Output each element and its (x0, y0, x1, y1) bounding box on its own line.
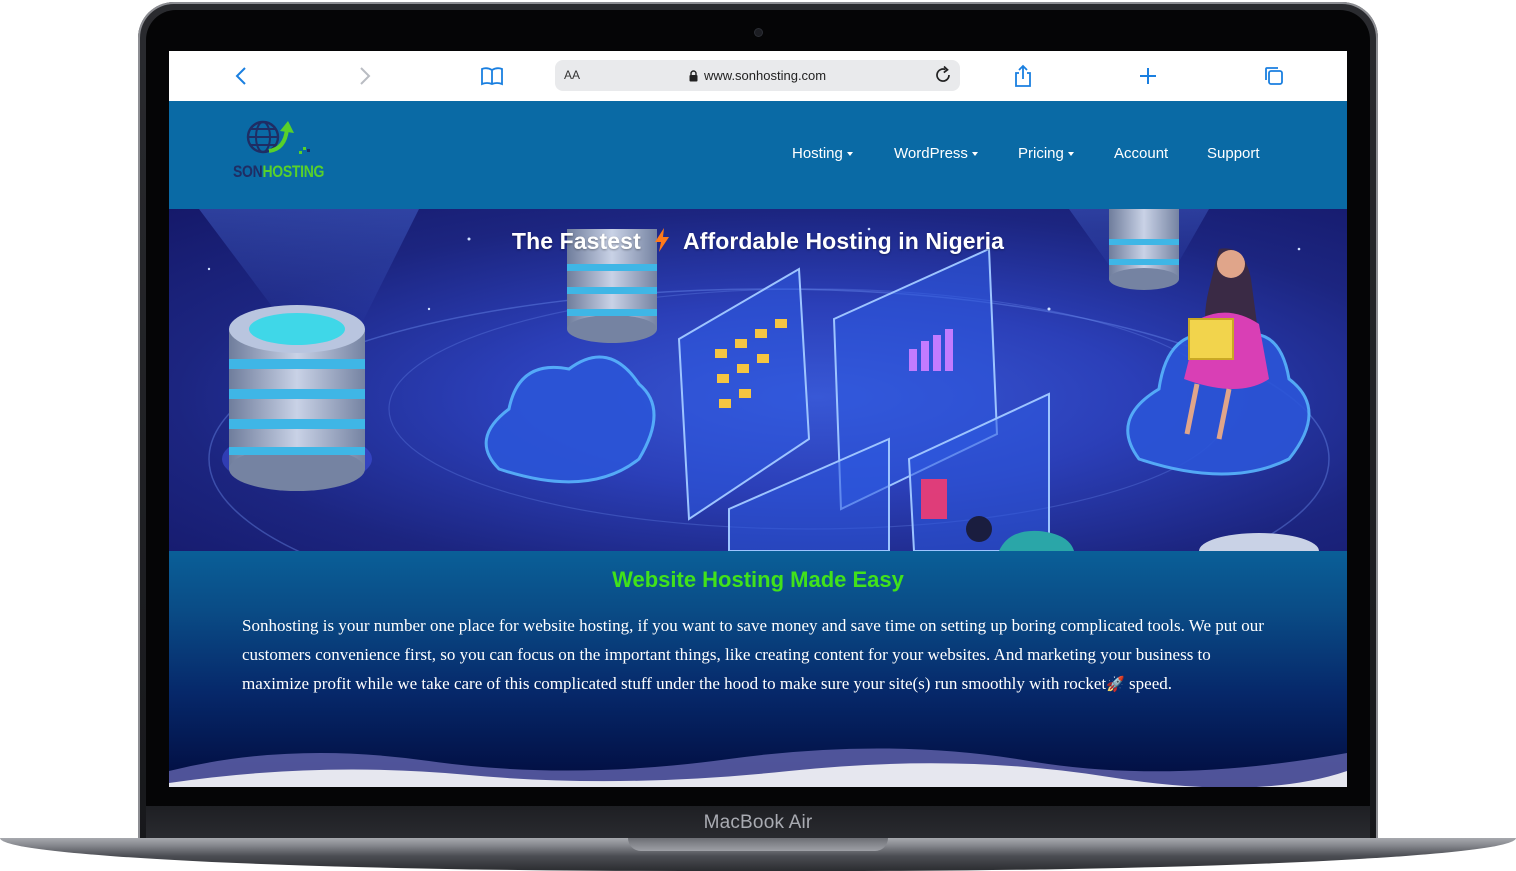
url-text: www.sonhosting.com (704, 68, 827, 83)
bookmarks-icon[interactable] (479, 63, 505, 89)
reader-button[interactable]: AA (564, 68, 580, 82)
device-label: MacBook Air (146, 806, 1370, 840)
nav-support[interactable]: Support (1207, 145, 1260, 162)
nav-wordpress[interactable]: WordPress (894, 145, 978, 162)
lightning-bolt-icon (655, 228, 670, 252)
paragraph-tail: speed. (1124, 674, 1172, 693)
lock-icon (689, 69, 698, 81)
nav-account[interactable]: Account (1114, 145, 1168, 162)
camera-icon (755, 29, 762, 36)
nav-pricing[interactable]: Pricing (1018, 145, 1074, 162)
chevron-down-icon (846, 151, 853, 156)
share-icon[interactable] (1010, 63, 1036, 89)
nav-hosting[interactable]: Hosting (792, 145, 853, 162)
site-logo[interactable]: SONHOSTING (227, 119, 327, 191)
hero-title: The Fastest Affordable Hosting in Nigeri… (511, 228, 1005, 254)
screen: AA www.sonhosting.com SONHOSTING Hosting… (169, 51, 1347, 787)
hero-banner: The Fastest Affordable Hosting in Nigeri… (169, 209, 1347, 551)
intro-section: Website Hosting Made Easy Sonhosting is … (169, 551, 1347, 787)
rocket-icon: 🚀 (1106, 677, 1125, 693)
tabs-icon[interactable] (1261, 63, 1287, 89)
reload-icon[interactable] (932, 64, 954, 89)
site-header: SONHOSTING Hosting WordPress Pricing Acc… (169, 101, 1347, 209)
laptop-notch (628, 838, 888, 851)
chevron-down-icon (971, 151, 978, 156)
section-paragraph: Sonhosting is your number one place for … (242, 611, 1272, 700)
chevron-down-icon (1067, 151, 1074, 156)
wave-divider (169, 748, 1347, 787)
section-heading: Website Hosting Made Easy (612, 567, 904, 592)
back-icon[interactable] (228, 63, 254, 89)
url-display[interactable]: www.sonhosting.com (689, 68, 826, 83)
browser-toolbar: AA www.sonhosting.com (169, 51, 1347, 101)
new-tab-icon[interactable] (1135, 63, 1161, 89)
hero-illustration (199, 209, 1330, 551)
forward-icon[interactable] (352, 63, 378, 89)
logo-wordmark: SONHOSTING (233, 161, 325, 181)
address-bar[interactable]: AA www.sonhosting.com (555, 60, 960, 91)
